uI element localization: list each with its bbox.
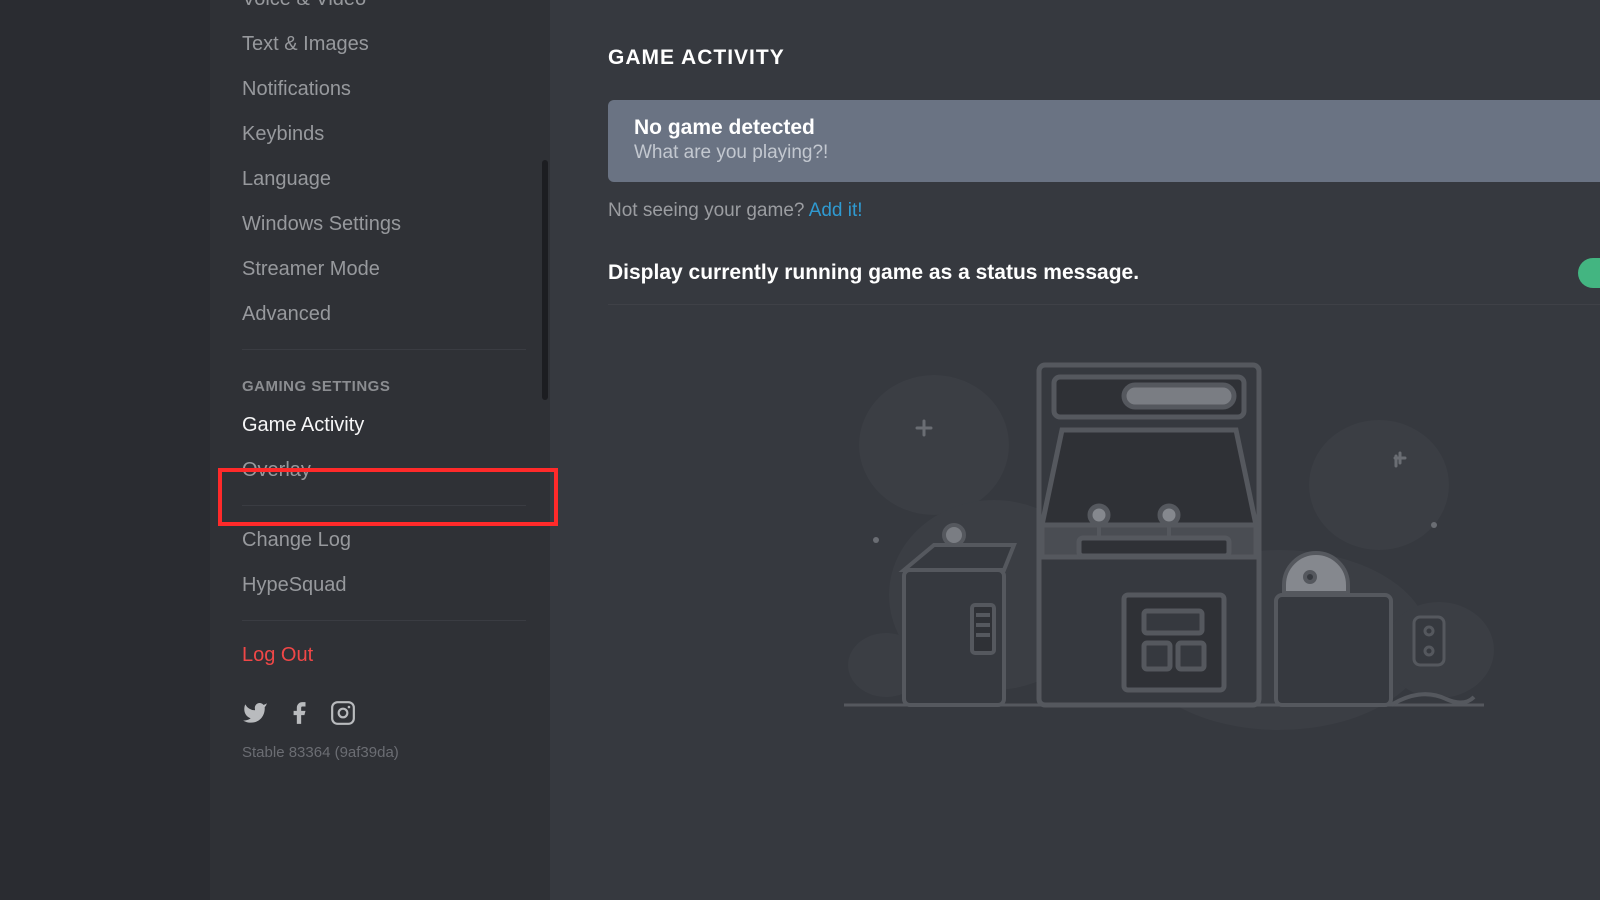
card-subtitle: What are you playing?!: [634, 142, 1574, 164]
add-game-link[interactable]: Add it!: [809, 200, 863, 221]
toggle-label: Display currently running game as a stat…: [608, 261, 1139, 285]
sidebar-item-overlay[interactable]: Overlay: [232, 448, 536, 493]
divider: [242, 349, 526, 350]
sidebar-item-hypesquad[interactable]: HypeSquad: [232, 563, 536, 608]
social-links: [232, 678, 536, 736]
display-game-toggle[interactable]: [1578, 258, 1600, 288]
sidebar-item-advanced[interactable]: Advanced: [232, 292, 536, 337]
facebook-icon[interactable]: [286, 700, 312, 726]
twitter-icon[interactable]: [242, 700, 268, 726]
sidebar-item-game-activity[interactable]: Game Activity: [232, 403, 536, 448]
empty-state-illustration: [608, 335, 1600, 735]
add-game-hint: Not seeing your game? Add it!: [608, 200, 1600, 222]
card-title: No game detected: [634, 116, 1574, 140]
divider: [608, 304, 1600, 305]
version-label: Stable 83364 (9af39da): [232, 736, 536, 769]
sidebar-item-logout[interactable]: Log Out: [232, 633, 536, 678]
settings-window: Voice & Video Text & Images Notification…: [0, 0, 1600, 900]
divider: [242, 505, 526, 506]
sidebar-item-streamer-mode[interactable]: Streamer Mode: [232, 247, 536, 292]
hint-text: Not seeing your game?: [608, 200, 809, 221]
page-title: GAME ACTIVITY: [608, 46, 1600, 70]
settings-sidebar: Voice & Video Text & Images Notification…: [210, 0, 550, 900]
sidebar-item-language[interactable]: Language: [232, 157, 536, 202]
sidebar-gutter: [0, 0, 210, 900]
main-panel: GAME ACTIVITY No game detected What are …: [550, 0, 1600, 900]
sidebar-header-gaming: GAMING SETTINGS: [232, 362, 536, 403]
sidebar-item-text-images[interactable]: Text & Images: [232, 22, 536, 67]
sidebar-item-change-log[interactable]: Change Log: [232, 518, 536, 563]
divider: [242, 620, 526, 621]
scrollbar-thumb[interactable]: [542, 160, 548, 400]
instagram-icon[interactable]: [330, 700, 356, 726]
no-game-card: No game detected What are you playing?!: [608, 100, 1600, 182]
sidebar-item-notifications[interactable]: Notifications: [232, 67, 536, 112]
display-game-toggle-row: Display currently running game as a stat…: [608, 258, 1600, 288]
sidebar-item-keybinds[interactable]: Keybinds: [232, 112, 536, 157]
sidebar-scrollbar[interactable]: [540, 0, 550, 900]
sidebar-item-windows-settings[interactable]: Windows Settings: [232, 202, 536, 247]
sidebar-item-voice-video[interactable]: Voice & Video: [232, 0, 536, 22]
